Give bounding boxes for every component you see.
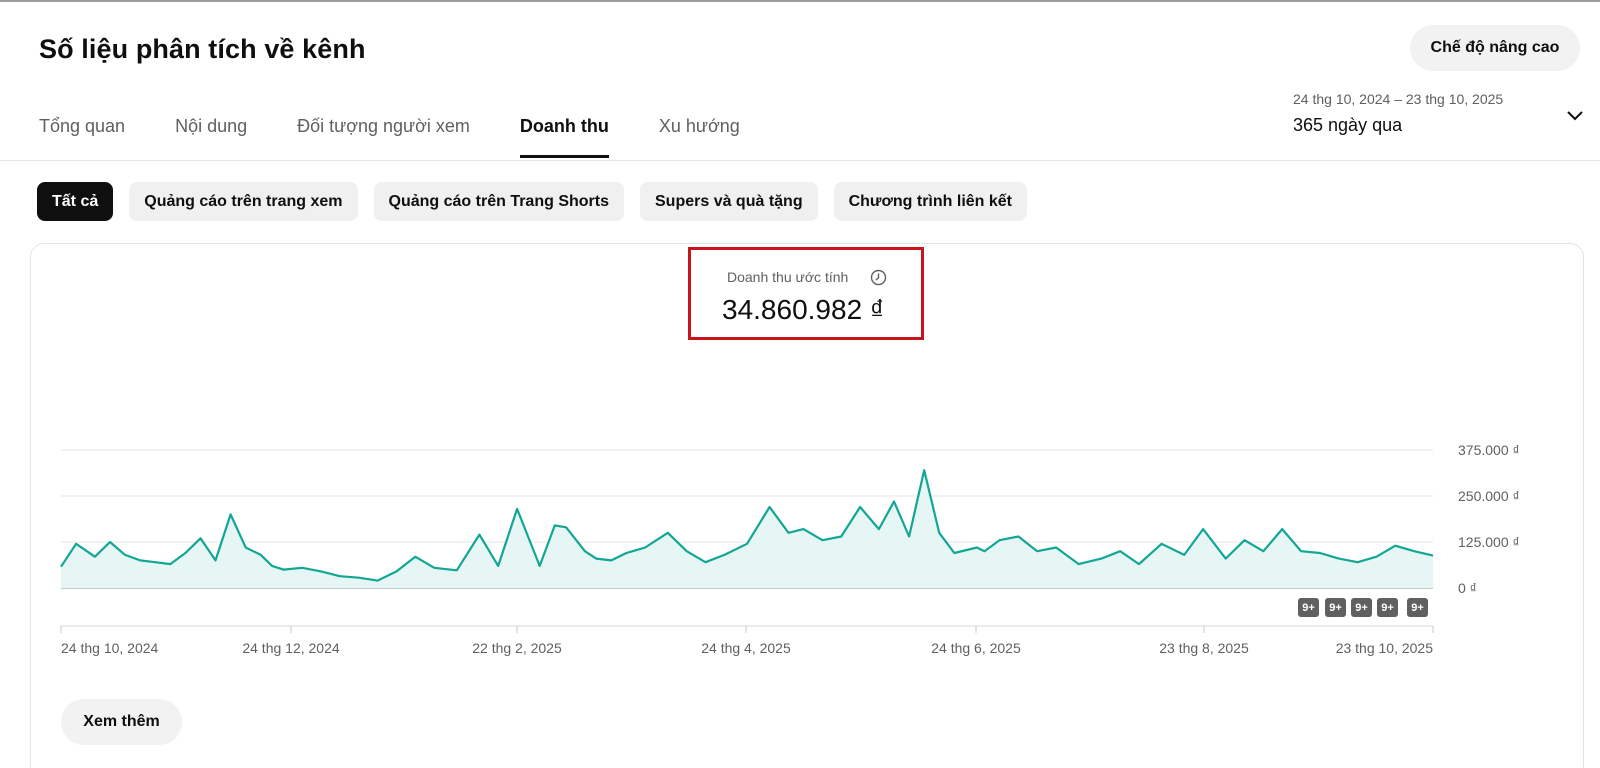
- filter-chip-affiliate[interactable]: Chương trình liên kết: [833, 182, 1027, 221]
- annotation-badge[interactable]: 9+: [1351, 598, 1372, 617]
- filter-chip-watch-page-ads[interactable]: Quảng cáo trên trang xem: [129, 182, 358, 221]
- date-period-text: 365 ngày qua: [1293, 115, 1403, 135]
- annotation-badge[interactable]: 9+: [1407, 598, 1428, 617]
- date-range-picker[interactable]: 24 thg 10, 2024 – 23 thg 10, 2025 365 ng…: [1293, 91, 1585, 141]
- annotation-badge[interactable]: 9+: [1325, 598, 1346, 617]
- analytics-tabs: Tổng quan Nội dung Đối tượng người xem D…: [39, 116, 790, 158]
- header-divider: [0, 160, 1600, 161]
- tab-revenue[interactable]: Doanh thu: [519, 116, 609, 158]
- tab-overview[interactable]: Tổng quan: [39, 116, 125, 158]
- metric-label: Doanh thu ước tính: [727, 269, 849, 285]
- filter-chip-all[interactable]: Tất cả: [37, 182, 114, 221]
- page-title: Số liệu phân tích về kênh: [39, 34, 366, 64]
- tab-audience[interactable]: Đối tượng người xem: [297, 116, 470, 158]
- annotation-badge[interactable]: 9+: [1377, 598, 1398, 617]
- clock-icon[interactable]: [870, 269, 887, 286]
- window-top-border: [0, 0, 1600, 2]
- chevron-down-icon: [1567, 111, 1583, 121]
- date-range-text: 24 thg 10, 2024 – 23 thg 10, 2025: [1293, 91, 1504, 107]
- see-more-button[interactable]: Xem thêm: [61, 699, 182, 745]
- tab-trends[interactable]: Xu hướng: [659, 116, 740, 158]
- tab-content[interactable]: Nội dung: [175, 116, 247, 158]
- filter-chip-supers-gifts[interactable]: Supers và quà tặng: [640, 182, 818, 221]
- advanced-mode-button[interactable]: Chế độ nâng cao: [1410, 25, 1580, 71]
- annotation-badge[interactable]: 9+: [1298, 598, 1319, 617]
- estimated-revenue-metric[interactable]: Doanh thu ước tính 34.860.982 ₫: [688, 247, 924, 340]
- filter-chip-shorts-feed-ads[interactable]: Quảng cáo trên Trang Shorts: [373, 182, 624, 221]
- metric-value: 34.860.982 ₫: [722, 294, 885, 325]
- revenue-filter-chips: Tất cả Quảng cáo trên trang xem Quảng cá…: [37, 182, 1043, 221]
